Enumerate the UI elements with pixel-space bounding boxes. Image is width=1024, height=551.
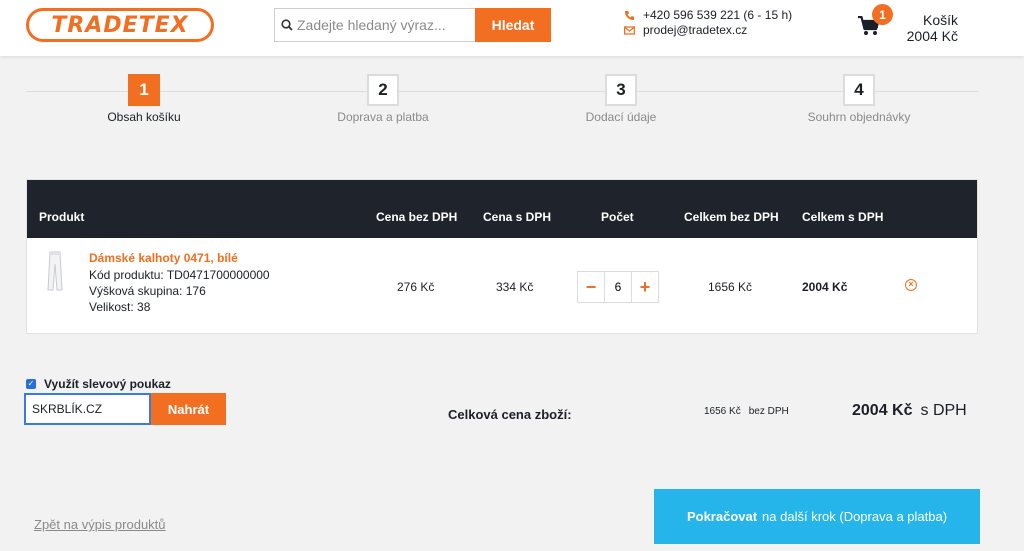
back-to-products-link[interactable]: Zpět na výpis produktů — [34, 517, 166, 532]
voucher-code-input[interactable] — [24, 393, 151, 425]
quantity-input[interactable] — [604, 272, 632, 302]
decrease-quantity-button[interactable]: − — [578, 272, 604, 302]
step-order-summary[interactable]: 4 Souhrn objednávky — [774, 74, 944, 124]
header-price-gross: Cena s DPH — [483, 210, 552, 224]
step-number: 3 — [605, 74, 637, 106]
total-gross: 2004 Kč — [802, 280, 848, 294]
step-delivery-details[interactable]: 3 Dodací údaje — [536, 74, 706, 124]
total-net-suffix: bez DPH — [748, 406, 789, 417]
apply-voucher-button[interactable]: Nahrát — [151, 393, 226, 425]
step-label: Doprava a platba — [337, 110, 429, 124]
product-height-group: Výšková skupina: 176 — [89, 284, 206, 298]
price-gross: 334 Kč — [496, 280, 534, 294]
voucher-toggle[interactable]: ✓ Využít slevový poukaz — [26, 377, 171, 391]
remove-item-icon[interactable]: × — [905, 279, 917, 291]
header-quantity: Počet — [601, 210, 634, 224]
email-row: prodej@tradetex.cz — [624, 23, 792, 38]
site-header: TRADETEX Hledat +420 596 539 221 (6 - 15… — [0, 0, 1024, 56]
envelope-icon — [624, 26, 635, 35]
phone-row: +420 596 539 221 (6 - 15 h) — [624, 8, 792, 23]
tradetex-logo[interactable]: TRADETEX — [26, 8, 214, 42]
cart-label: Košík — [922, 12, 958, 28]
total-label: Celková cena zboží: — [448, 407, 572, 422]
logo-text: TRADETEX — [51, 12, 189, 38]
contact-info: +420 596 539 221 (6 - 15 h) prodej@trade… — [624, 8, 792, 38]
quantity-stepper: − + — [577, 271, 659, 303]
product-details: Kód produktu: TD0471700000000 Výšková sk… — [89, 267, 270, 315]
search-input[interactable] — [297, 17, 473, 33]
phone-icon — [624, 10, 635, 21]
step-number: 2 — [367, 74, 399, 106]
continue-button[interactable]: Pokračovat na další krok (Doprava a plat… — [654, 489, 980, 544]
increase-quantity-button[interactable]: + — [632, 272, 658, 302]
step-number: 1 — [128, 74, 160, 106]
total-gross-suffix: s DPH — [920, 402, 967, 419]
continue-bold-text: Pokračovat — [686, 509, 758, 524]
search-button[interactable]: Hledat — [475, 8, 551, 42]
step-label: Souhrn objednávky — [807, 110, 911, 124]
step-label: Obsah košíku — [107, 110, 181, 124]
total-gross-value: 2004 Kč — [852, 402, 913, 419]
cart-count-badge: 1 — [872, 4, 893, 25]
table-header: Produkt Cena bez DPH Cena s DPH Počet Ce… — [27, 180, 977, 238]
cart-total: 2004 Kč — [906, 28, 958, 44]
total-net-summary: 1656 Kč bez DPH — [704, 406, 797, 417]
product-size: Velikost: 38 — [89, 300, 151, 314]
step-cart-contents: 1 Obsah košíku — [59, 74, 229, 124]
price-net: 276 Kč — [397, 280, 435, 294]
product-name-link[interactable]: Dámské kalhoty 0471, bílé — [89, 251, 238, 265]
header-product: Produkt — [39, 210, 85, 224]
total-gross-summary: 2004 Kč s DPH — [852, 402, 967, 420]
header-total-net: Celkem bez DPH — [684, 210, 779, 224]
continue-rest-text: na další krok (Doprava a platba) — [762, 509, 948, 524]
phone-number[interactable]: +420 596 539 221 (6 - 15 h) — [643, 8, 792, 23]
email-address[interactable]: prodej@tradetex.cz — [643, 23, 747, 38]
step-number: 4 — [843, 74, 875, 106]
header-cart[interactable]: 1 Košík 2004 Kč — [856, 4, 1016, 46]
voucher-label: Využít slevový poukaz — [44, 377, 171, 391]
total-net: 1656 Kč — [708, 280, 753, 294]
product-code: Kód produktu: TD0471700000000 — [89, 268, 270, 282]
voucher-checkbox[interactable]: ✓ — [26, 379, 36, 389]
header-total-gross: Celkem s DPH — [802, 210, 884, 224]
total-net-value: 1656 Kč — [704, 406, 741, 417]
cart-summary: Košík 2004 Kč — [907, 12, 958, 44]
search-icon — [281, 19, 293, 31]
step-shipping-payment[interactable]: 2 Doprava a platba — [298, 74, 468, 124]
step-label: Dodací údaje — [585, 110, 657, 124]
product-thumbnail[interactable] — [41, 250, 69, 292]
search-box — [274, 8, 476, 42]
header-price-net: Cena bez DPH — [376, 210, 458, 224]
cart-table: Produkt Cena bez DPH Cena s DPH Počet Ce… — [26, 179, 978, 334]
